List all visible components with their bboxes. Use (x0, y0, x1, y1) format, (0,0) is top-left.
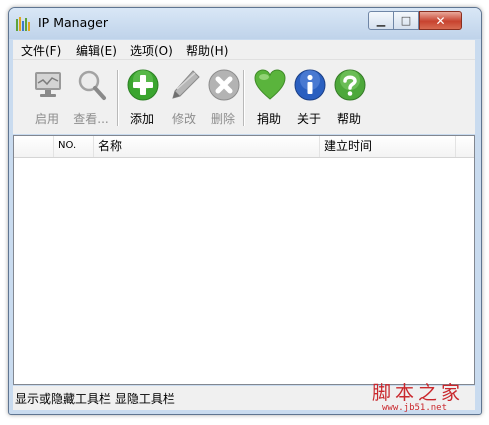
close-icon: ✕ (435, 14, 446, 28)
column-header-name[interactable]: 名称 (94, 136, 320, 157)
column-header-created[interactable]: 建立时间 (320, 136, 456, 157)
delete-icon (208, 69, 240, 101)
magnifier-icon (78, 70, 106, 100)
app-window: IP Manager ▁ □ ✕ 文件(F) 编辑(E) 选项(O) 帮助(H)… (8, 7, 482, 415)
menu-options[interactable]: 选项(O) (130, 42, 173, 59)
menu-file[interactable]: 文件(F) (21, 42, 61, 59)
status-text: 显示或隐藏工具栏 显隐工具栏 (15, 392, 175, 406)
watermark-url: www.jb51.net (382, 403, 448, 413)
help-label: 帮助 (336, 112, 361, 126)
minimize-button[interactable]: ▁ (368, 11, 394, 30)
heart-icon (254, 69, 286, 100)
menu-bar: 文件(F) 编辑(E) 选项(O) 帮助(H) (13, 40, 475, 60)
window-title: IP Manager (38, 15, 108, 30)
ip-list[interactable]: NO. 名称 建立时间 (13, 135, 475, 385)
maximize-icon: □ (400, 14, 412, 27)
title-bar[interactable]: IP Manager ▁ □ ✕ (9, 8, 481, 39)
close-button[interactable]: ✕ (419, 11, 462, 30)
maximize-button[interactable]: □ (394, 11, 419, 30)
view-button[interactable]: 查看... (69, 66, 113, 128)
minimize-icon: ▁ (376, 14, 386, 27)
help-icon (334, 69, 366, 101)
add-icon (127, 69, 159, 101)
pencil-icon (172, 70, 200, 99)
list-header: NO. 名称 建立时间 (14, 136, 474, 158)
help-button[interactable]: 帮助 (327, 66, 371, 128)
column-header-no[interactable]: NO. (54, 136, 94, 157)
app-icon[interactable] (16, 17, 31, 31)
menu-edit[interactable]: 编辑(E) (76, 42, 117, 59)
info-icon (294, 69, 326, 101)
monitor-icon (35, 72, 61, 97)
watermark-text: 脚本之家 (372, 382, 465, 404)
view-label: 查看... (73, 112, 109, 126)
delete-button[interactable]: 删除 (201, 66, 245, 128)
toolbar: 启用 查看... 添加 修改 删除 捐助 关于 帮助 (13, 60, 475, 134)
menu-help[interactable]: 帮助(H) (186, 42, 228, 59)
column-header-blank[interactable] (14, 136, 54, 157)
